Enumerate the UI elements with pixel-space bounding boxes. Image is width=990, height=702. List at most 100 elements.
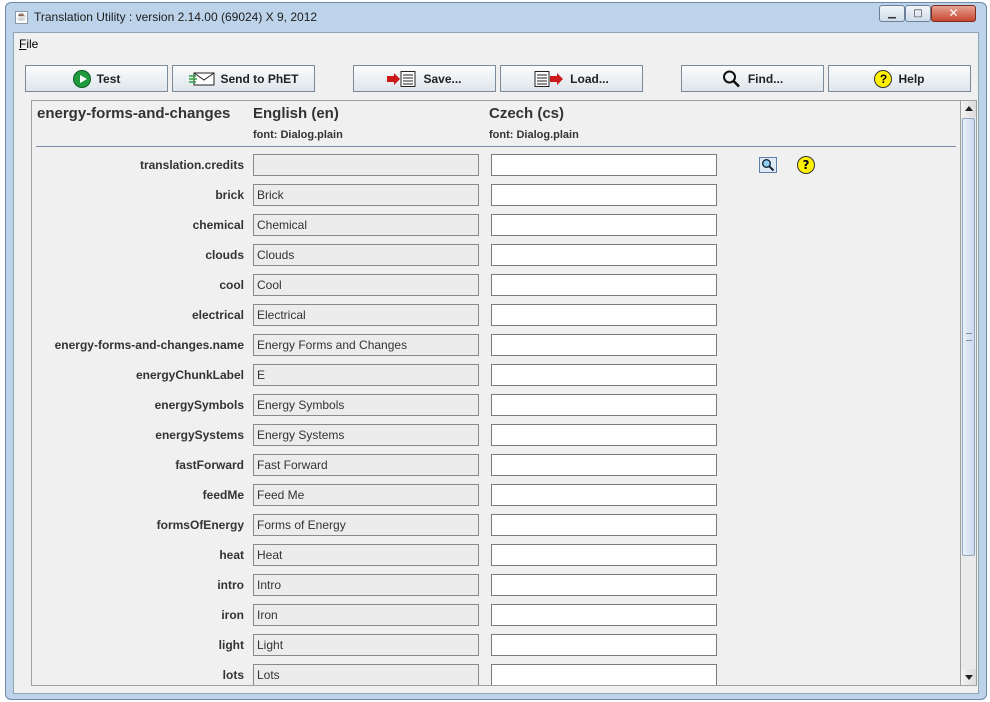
row-target-input[interactable] [491, 394, 717, 416]
row-target-input[interactable] [491, 514, 717, 536]
minimize-button[interactable]: ▁ [879, 5, 905, 22]
scroll-up-button[interactable] [961, 101, 976, 117]
target-font: font: Dialog.plain [489, 129, 579, 141]
row-target-input[interactable] [491, 304, 717, 326]
row-source-text: Iron [253, 604, 479, 626]
row-source-text: Intro [253, 574, 479, 596]
row-key-label: translation.credits [139, 158, 244, 172]
row-key-label: brick [215, 188, 244, 202]
load-button-label: Load... [570, 71, 609, 86]
row-target-input[interactable] [491, 634, 717, 656]
row-source-text: Energy Systems [253, 424, 479, 446]
row-target-input[interactable] [491, 334, 717, 356]
row-key-label: electrical [191, 308, 244, 322]
translation-row: energySystems Energy Systems [32, 424, 960, 446]
row-source-text: Light [253, 634, 479, 656]
client-area: File Test Send to PhET Save... Load... F… [13, 32, 979, 694]
row-source-text: Cool [253, 274, 479, 296]
translation-row: iron Iron [32, 604, 960, 626]
row-key-label: energySystems [155, 428, 244, 442]
help-icon: ? [874, 69, 893, 88]
row-target-input[interactable] [491, 484, 717, 506]
test-button[interactable]: Test [25, 65, 168, 92]
row-key-label: iron [221, 608, 244, 622]
row-key-label: cool [219, 278, 244, 292]
row-target-input[interactable] [491, 604, 717, 626]
translation-row: heat Heat [32, 544, 960, 566]
row-source-text: Chemical [253, 214, 479, 236]
save-button-label: Save... [423, 71, 462, 86]
row-target-input[interactable] [491, 544, 717, 566]
row-key-label: energySymbols [154, 398, 244, 412]
translation-row: energySymbols Energy Symbols [32, 394, 960, 416]
row-source-text: Energy Forms and Changes [253, 334, 479, 356]
row-key-label: chemical [192, 218, 244, 232]
credits-find-icon[interactable] [759, 157, 777, 173]
translation-row: lots Lots [32, 664, 960, 685]
source-font: font: Dialog.plain [253, 129, 343, 141]
title-bar[interactable]: ☕ Translation Utility : version 2.14.00 … [6, 3, 986, 31]
row-target-input[interactable] [491, 364, 717, 386]
menu-bar: File [14, 33, 978, 55]
find-button-label: Find... [747, 71, 784, 86]
row-target-input[interactable] [491, 244, 717, 266]
send-to-phet-button[interactable]: Send to PhET [172, 65, 315, 92]
row-target-input[interactable] [491, 424, 717, 446]
row-key-label: formsOfEnergy [156, 518, 244, 532]
row-key-label: lots [222, 668, 244, 682]
row-target-input[interactable] [491, 274, 717, 296]
row-source-text: Heat [253, 544, 479, 566]
row-target-input[interactable] [491, 454, 717, 476]
scroll-grip [966, 333, 972, 341]
header-divider [36, 146, 956, 147]
row-key-label: fastForward [175, 458, 244, 472]
row-source-text: Brick [253, 184, 479, 206]
window-title: Translation Utility : version 2.14.00 (6… [34, 10, 318, 24]
row-target-input[interactable] [491, 214, 717, 236]
target-language: Czech (cs) [489, 105, 565, 122]
row-target-input[interactable] [491, 154, 717, 176]
scroll-thumb[interactable] [962, 118, 975, 556]
row-key-label: heat [219, 548, 244, 562]
magnifier-icon [722, 70, 742, 88]
row-source-text: Feed Me [253, 484, 479, 506]
translation-panel: energy-forms-and-changes English (en) Cz… [31, 100, 961, 686]
row-source-text: Lots [253, 664, 479, 685]
vertical-scrollbar[interactable] [961, 100, 977, 686]
row-source-text: E [253, 364, 479, 386]
maximize-button[interactable]: □ [905, 5, 931, 22]
load-icon [534, 70, 564, 87]
row-key-label: intro [217, 578, 244, 592]
menu-file[interactable]: File [19, 37, 38, 51]
translation-row: fastForward Fast Forward [32, 454, 960, 476]
translation-row: intro Intro [32, 574, 960, 596]
scroll-down-button[interactable] [961, 669, 976, 685]
close-button[interactable]: ✕ [931, 5, 976, 22]
test-button-label: Test [96, 71, 121, 86]
load-button[interactable]: Load... [500, 65, 643, 92]
translation-row: brick Brick [32, 184, 960, 206]
help-button[interactable]: ? Help [828, 65, 971, 92]
row-key-label: feedMe [202, 488, 244, 502]
find-button[interactable]: Find... [681, 65, 824, 92]
save-button[interactable]: Save... [353, 65, 496, 92]
row-source-text: Energy Symbols [253, 394, 479, 416]
translation-row: chemical Chemical [32, 214, 960, 236]
row-key-label: light [218, 638, 244, 652]
translation-row: formsOfEnergy Forms of Energy [32, 514, 960, 536]
row-target-input[interactable] [491, 184, 717, 206]
translation-row: energyChunkLabel E [32, 364, 960, 386]
row-key-label: energy-forms-and-changes.name [54, 338, 244, 352]
credits-help-icon[interactable]: ? [797, 156, 815, 174]
translation-row: translation.credits? [32, 154, 960, 176]
help-button-label: Help [898, 71, 925, 86]
menu-file-label: ile [26, 37, 39, 51]
play-icon [72, 69, 91, 88]
save-icon [387, 70, 417, 87]
translation-row: clouds Clouds [32, 244, 960, 266]
row-target-input[interactable] [491, 664, 717, 685]
app-window: ☕ Translation Utility : version 2.14.00 … [5, 2, 987, 700]
row-target-input[interactable] [491, 574, 717, 596]
translation-row: feedMe Feed Me [32, 484, 960, 506]
row-key-label: energyChunkLabel [135, 368, 244, 382]
